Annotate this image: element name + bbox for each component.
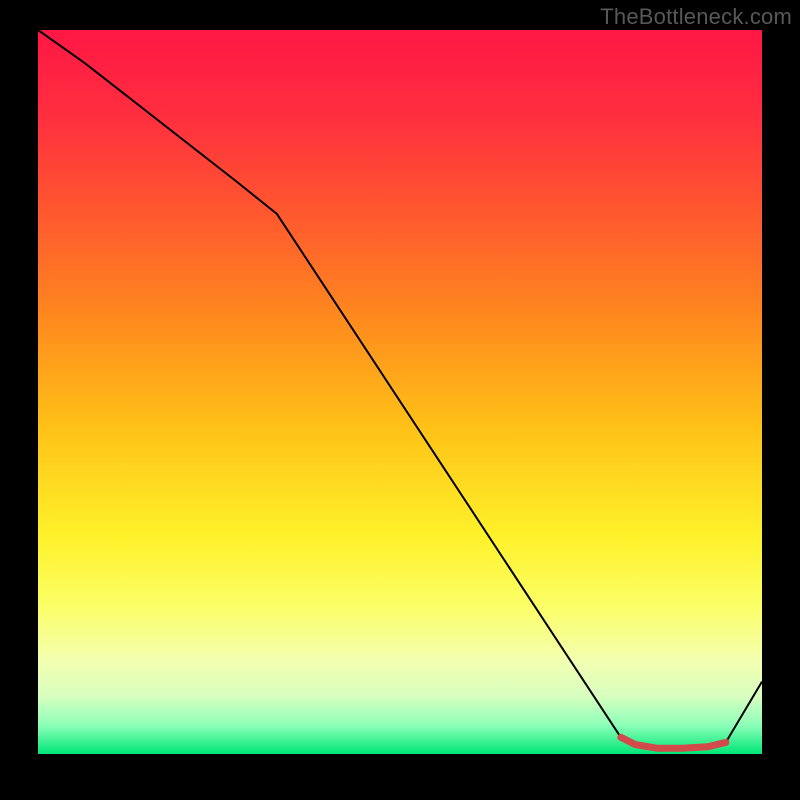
- bottleneck-chart: [0, 0, 800, 800]
- border-left: [0, 0, 38, 800]
- border-bottom: [0, 754, 800, 800]
- chart-frame: TheBottleneck.com: [0, 0, 800, 800]
- plot-background: [38, 30, 762, 754]
- border-right: [762, 0, 800, 800]
- watermark-label: TheBottleneck.com: [600, 4, 792, 30]
